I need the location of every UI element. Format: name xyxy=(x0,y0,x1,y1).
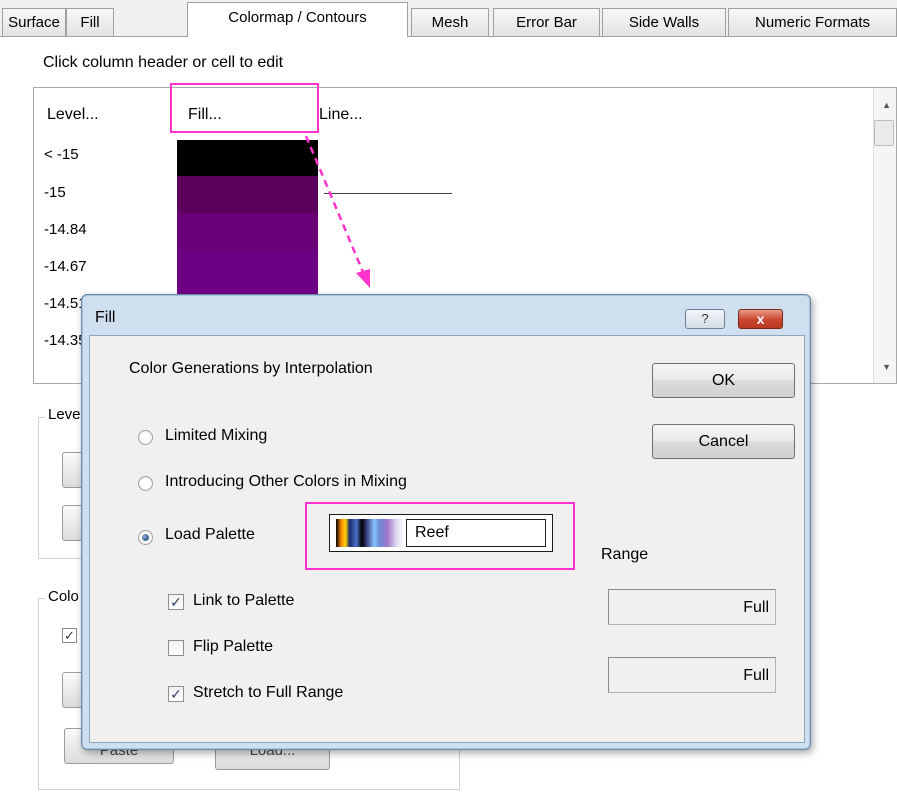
link-to-palette-label[interactable]: Link to Palette xyxy=(193,592,294,610)
grid-scrollbar[interactable]: ▲ ▼ xyxy=(873,88,896,383)
close-button[interactable]: x xyxy=(738,309,783,329)
tab-fill[interactable]: Fill xyxy=(66,8,114,36)
tab-colormap-contours[interactable]: Colormap / Contours xyxy=(187,2,408,37)
tab-error-bar[interactable]: Error Bar xyxy=(493,8,600,36)
level-cell-0[interactable]: < -15 xyxy=(44,146,79,163)
introducing-other-colors-radio[interactable] xyxy=(138,476,153,491)
levels-group-label: Leve xyxy=(45,406,84,423)
scroll-up-icon[interactable]: ▲ xyxy=(882,100,891,110)
tab-side-walls[interactable]: Side Walls xyxy=(602,8,726,36)
link-to-palette-checkbox[interactable]: ✓ xyxy=(168,594,184,610)
introducing-other-colors-label[interactable]: Introducing Other Colors in Mixing xyxy=(165,473,407,491)
background-checkbox[interactable]: ✓ xyxy=(62,628,77,643)
load-palette-radio[interactable] xyxy=(138,530,153,545)
scroll-down-icon[interactable]: ▼ xyxy=(882,362,891,372)
edit-hint: Click column header or cell to edit xyxy=(43,54,284,71)
stretch-full-range-label[interactable]: Stretch to Full Range xyxy=(193,684,343,702)
fill-cell-3[interactable] xyxy=(177,250,318,287)
tab-mesh[interactable]: Mesh xyxy=(411,8,489,36)
stretch-full-range-checkbox[interactable]: ✓ xyxy=(168,686,184,702)
range-max-field[interactable]: Full xyxy=(608,657,776,693)
fill-column-header[interactable]: Fill... xyxy=(188,106,222,124)
level-cell-1[interactable]: -15 xyxy=(44,184,66,201)
help-icon: ? xyxy=(701,311,709,326)
level-column-header[interactable]: Level... xyxy=(47,106,99,124)
fill-cell-2[interactable] xyxy=(177,213,318,250)
line-sample[interactable] xyxy=(324,193,452,194)
help-button[interactable]: ? xyxy=(685,309,725,329)
close-icon: x xyxy=(756,311,765,327)
flip-palette-label[interactable]: Flip Palette xyxy=(193,638,273,656)
ok-button[interactable]: OK xyxy=(652,363,795,398)
grid-header: Level... Fill... Line... xyxy=(34,88,896,140)
interpolation-section-label: Color Generations by Interpolation xyxy=(129,360,373,377)
range-min-field[interactable]: Full xyxy=(608,589,776,625)
limited-mixing-radio[interactable] xyxy=(138,430,153,445)
load-palette-label[interactable]: Load Palette xyxy=(165,526,255,544)
palette-name: Reef xyxy=(406,519,546,547)
level-cell-2[interactable]: -14.84 xyxy=(44,221,87,238)
scroll-thumb[interactable] xyxy=(874,120,894,146)
limited-mixing-label[interactable]: Limited Mixing xyxy=(165,427,267,445)
flip-palette-checkbox[interactable] xyxy=(168,640,184,656)
palette-selector[interactable]: Reef xyxy=(329,514,553,552)
dialog-title: Fill xyxy=(95,309,116,326)
cancel-button[interactable]: Cancel xyxy=(652,424,795,459)
tab-surface[interactable]: Surface xyxy=(2,8,66,36)
color-group-label: Colo xyxy=(45,588,82,605)
fill-cell-1[interactable] xyxy=(177,176,318,213)
range-label: Range xyxy=(601,546,649,563)
line-column-header[interactable]: Line... xyxy=(319,106,363,124)
fill-cell-0[interactable] xyxy=(177,140,318,176)
level-cell-3[interactable]: -14.67 xyxy=(44,258,87,275)
tab-numeric-formats[interactable]: Numeric Formats xyxy=(728,8,897,36)
palette-swatch xyxy=(336,519,404,547)
